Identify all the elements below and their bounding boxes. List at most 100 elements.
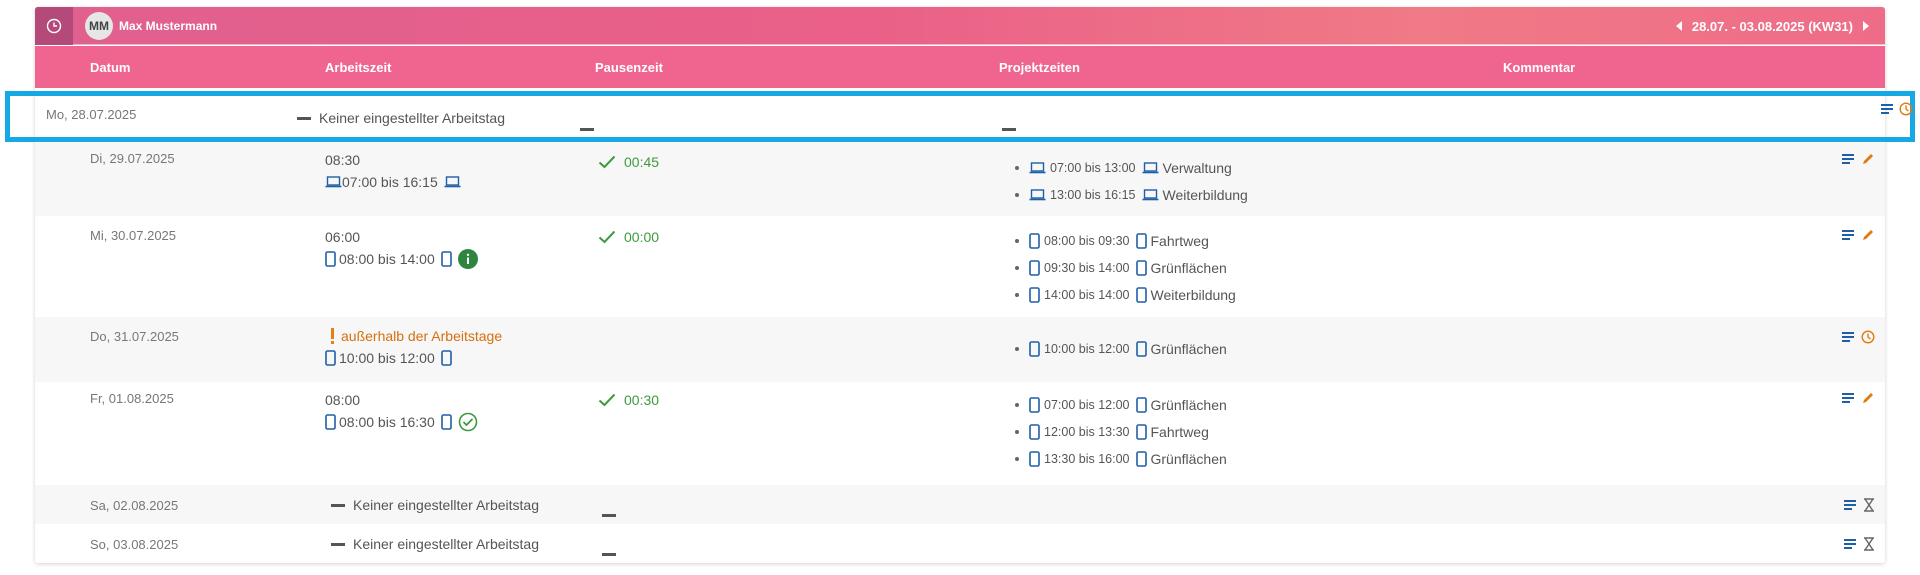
project-list: 07:00 bis 12:00 Grünflächen 12:00 bis 13… bbox=[1015, 391, 1227, 472]
warning-line: außerhalb der Arbeitstage bbox=[330, 325, 502, 347]
work-time-cell: Keiner eingestellter Arbeitstag bbox=[331, 494, 539, 516]
pause-value: 00:00 bbox=[624, 229, 660, 245]
comment-lines-icon[interactable] bbox=[1841, 392, 1855, 404]
list-item: 07:00 bis 13:00 Verwaltung bbox=[1015, 154, 1248, 181]
column-header-arbeitszeit[interactable]: Arbeitszeit bbox=[325, 60, 391, 75]
smartphone-icon bbox=[1135, 286, 1147, 303]
project-name: Weiterbildung bbox=[1162, 186, 1248, 203]
bullet bbox=[1015, 192, 1019, 197]
week-header-bar: MM Max Mustermann 28.07. - 03.08.2025 (K… bbox=[35, 7, 1885, 45]
history-clock-button[interactable] bbox=[35, 7, 73, 45]
comment-lines-icon[interactable] bbox=[1843, 538, 1857, 550]
smartphone-icon bbox=[1029, 450, 1040, 467]
dash-icon bbox=[331, 542, 345, 546]
column-header-datum[interactable]: Datum bbox=[90, 60, 130, 75]
table-row[interactable]: Sa, 02.08.2025 Keiner eingestellter Arbe… bbox=[35, 485, 1885, 524]
project-name: Fahrtweg bbox=[1150, 232, 1209, 249]
column-header-kommentar[interactable]: Kommentar bbox=[1503, 60, 1575, 75]
work-span-line: 10:00 bis 12:00 bbox=[325, 347, 502, 369]
row-actions bbox=[1841, 228, 1875, 242]
table-row[interactable]: So, 03.08.2025 Keiner eingestellter Arbe… bbox=[35, 524, 1885, 563]
comment-lines-icon[interactable] bbox=[1841, 229, 1855, 241]
smartphone-icon bbox=[1135, 340, 1147, 357]
previous-week-icon[interactable] bbox=[1675, 21, 1682, 31]
table-row[interactable]: Mi, 30.07.2025 06:00 08:00 bis 14:00 00:… bbox=[35, 216, 1885, 317]
list-item: 10:00 bis 12:00 Grünflächen bbox=[1015, 335, 1227, 362]
week-range-label: 28.07. - 03.08.2025 (KW31) bbox=[1691, 18, 1853, 34]
comment-lines-icon[interactable] bbox=[1880, 103, 1894, 115]
project-time: 13:00 bis 16:15 bbox=[1050, 187, 1136, 202]
table-row[interactable]: Do, 31.07.2025 außerhalb der Arbeitstage… bbox=[35, 317, 1885, 382]
project-name: Grünflächen bbox=[1150, 396, 1227, 413]
work-span-line: 08:00 bis 14:00 bbox=[325, 248, 478, 270]
clock-pending-icon[interactable] bbox=[1861, 330, 1875, 344]
work-time-cell: 08:30 07:00 bis 16:15 bbox=[325, 149, 461, 193]
project-time: 10:00 bis 12:00 bbox=[1044, 341, 1130, 356]
week-navigation: 28.07. - 03.08.2025 (KW31) bbox=[1675, 7, 1869, 45]
work-time-cell: 06:00 08:00 bis 14:00 bbox=[325, 226, 478, 270]
list-item: 14:00 bis 14:00 Weiterbildung bbox=[1015, 281, 1236, 308]
work-hours: 06:00 bbox=[325, 229, 361, 245]
list-item: 13:00 bis 16:15 Weiterbildung bbox=[1015, 181, 1248, 208]
project-list: 07:00 bis 13:00 Verwaltung 13:00 bis 16:… bbox=[1015, 154, 1248, 208]
dash-icon bbox=[602, 514, 616, 517]
bullet bbox=[1015, 456, 1019, 461]
list-item: 12:00 bis 13:30 Fahrtweg bbox=[1015, 418, 1227, 445]
laptop-icon bbox=[1029, 188, 1046, 200]
pencil-edit-icon[interactable] bbox=[1861, 228, 1875, 242]
smartphone-icon bbox=[1135, 259, 1147, 276]
row-actions bbox=[1843, 498, 1875, 512]
checkmark-icon bbox=[598, 155, 616, 169]
row-date: Do, 31.07.2025 bbox=[90, 329, 179, 344]
laptop-icon bbox=[1029, 161, 1046, 173]
column-header-projektzeiten[interactable]: Projektzeiten bbox=[999, 60, 1080, 75]
comment-lines-icon[interactable] bbox=[1841, 331, 1855, 343]
bullet bbox=[1015, 238, 1019, 243]
smartphone-icon bbox=[1029, 396, 1040, 413]
comment-lines-icon[interactable] bbox=[1841, 153, 1855, 165]
hourglass-icon[interactable] bbox=[1863, 537, 1875, 551]
work-span-text: 08:00 bis 16:30 bbox=[339, 414, 435, 430]
row-actions bbox=[1841, 391, 1875, 405]
project-name: Verwaltung bbox=[1162, 159, 1232, 176]
project-time: 07:00 bis 12:00 bbox=[1044, 397, 1130, 412]
project-time: 13:30 bis 16:00 bbox=[1044, 451, 1130, 466]
pencil-edit-icon[interactable] bbox=[1861, 391, 1875, 405]
table-row[interactable]: Di, 29.07.2025 08:30 07:00 bis 16:15 00:… bbox=[35, 143, 1885, 216]
bullet bbox=[1015, 402, 1019, 407]
laptop-icon bbox=[325, 176, 342, 188]
row-date: Mi, 30.07.2025 bbox=[90, 228, 177, 243]
work-span-text: 08:00 bis 14:00 bbox=[339, 251, 435, 267]
table-row[interactable]: Fr, 01.08.2025 08:00 08:00 bis 16:30 00:… bbox=[35, 382, 1885, 485]
info-icon[interactable] bbox=[457, 249, 478, 269]
pause-cell bbox=[602, 504, 624, 520]
warning-text: außerhalb der Arbeitstage bbox=[341, 328, 503, 344]
bullet bbox=[1015, 165, 1019, 170]
work-span-line: 08:00 bis 16:30 bbox=[325, 411, 478, 433]
checkmark-icon bbox=[598, 393, 616, 407]
project-name: Grünflächen bbox=[1150, 340, 1227, 357]
row-actions bbox=[1841, 330, 1875, 344]
project-name: Fahrtweg bbox=[1150, 423, 1209, 440]
column-header-pausenzeit[interactable]: Pausenzeit bbox=[595, 60, 663, 75]
work-time-cell: 08:00 08:00 bis 16:30 bbox=[325, 389, 478, 433]
bullet bbox=[1015, 429, 1019, 434]
smartphone-icon bbox=[440, 251, 452, 267]
list-item: 09:30 bis 14:00 Grünflächen bbox=[1015, 254, 1236, 281]
dash-icon bbox=[602, 553, 616, 556]
comment-lines-icon[interactable] bbox=[1843, 499, 1857, 511]
row-date: So, 03.08.2025 bbox=[90, 537, 179, 552]
row-actions bbox=[1880, 102, 1913, 116]
row-date: Sa, 02.08.2025 bbox=[90, 498, 179, 513]
next-week-icon[interactable] bbox=[1863, 21, 1869, 31]
project-name: Grünflächen bbox=[1150, 450, 1227, 467]
smartphone-icon bbox=[440, 350, 452, 366]
dash-icon bbox=[331, 503, 345, 507]
smartphone-icon bbox=[325, 414, 336, 430]
pencil-edit-icon[interactable] bbox=[1861, 152, 1875, 166]
bullet bbox=[1015, 292, 1019, 297]
row-actions bbox=[1843, 537, 1875, 551]
hourglass-icon[interactable] bbox=[1863, 498, 1875, 512]
work-hours: 08:30 bbox=[325, 152, 361, 168]
clock-pending-icon[interactable] bbox=[1899, 102, 1913, 116]
